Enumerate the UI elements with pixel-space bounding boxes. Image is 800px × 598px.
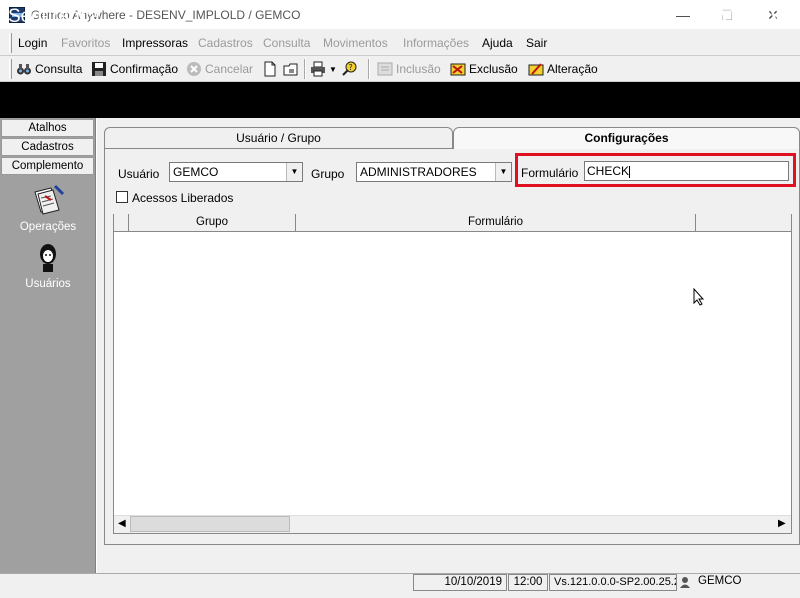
status-date: 10/10/2019 [413, 574, 507, 591]
formulario-label: Formulário [521, 166, 579, 180]
toolbar-grip [9, 59, 12, 79]
scroll-right-icon[interactable]: ▶ [778, 518, 786, 529]
status-version: Vs.121.0.0.0-SP2.00.25.2 [549, 574, 677, 591]
menu-login[interactable]: Login [18, 36, 47, 50]
access-grid[interactable] [113, 214, 792, 534]
menu-ajuda[interactable]: Ajuda [482, 36, 513, 50]
menu-bar [0, 30, 800, 56]
below-status-strip [0, 591, 800, 598]
chevron-down-icon: ▼ [329, 64, 337, 74]
inclusao-button[interactable]: Inclusão [377, 59, 441, 79]
svg-text:?: ? [349, 63, 353, 72]
usuario-select[interactable]: GEMCO ▼ [169, 162, 303, 182]
nav-atalhos[interactable]: Atalhos [1, 119, 94, 137]
formulario-input-value: CHECK [587, 164, 630, 178]
add-record-icon [377, 61, 393, 77]
user-status-icon [679, 576, 691, 591]
inclusao-label: Inclusão [396, 62, 441, 76]
menu-impressoras[interactable]: Impressoras [122, 36, 188, 50]
menu-movimentos[interactable]: Movimentos [323, 36, 388, 50]
toolbar-separator [368, 59, 370, 79]
chevron-down-icon[interactable]: ▼ [286, 163, 302, 181]
status-time: 12:00 [508, 574, 548, 591]
formulario-input[interactable]: CHECK [584, 161, 789, 181]
grid-header-extra [696, 214, 791, 232]
module-title: Segurança [8, 6, 100, 27]
alteracao-label: Alteração [547, 62, 598, 76]
scrollbar-thumb[interactable] [130, 516, 290, 532]
module-header [0, 82, 800, 118]
operacoes-icon[interactable] [31, 184, 65, 216]
help-button[interactable]: ? [341, 59, 357, 79]
minimize-button[interactable]: — [660, 4, 706, 26]
chevron-down-icon[interactable]: ▼ [495, 163, 511, 181]
binoculars-icon [16, 61, 32, 77]
totvs-logo-text: TOTVS [731, 7, 797, 28]
usuarios-label[interactable]: Usuários [0, 278, 96, 290]
confirmacao-button[interactable]: Confirmação [91, 59, 178, 79]
usuarios-icon[interactable] [31, 242, 65, 274]
save-icon [91, 61, 107, 77]
totvs-logo-icon [704, 7, 726, 29]
new-document-icon [262, 61, 278, 77]
menu-sair[interactable]: Sair [526, 36, 547, 50]
edit-record-icon [528, 61, 544, 77]
scroll-left-icon[interactable]: ◀ [118, 518, 126, 529]
grid-corner-header [114, 214, 129, 232]
operacoes-label[interactable]: Operações [0, 221, 96, 233]
menu-informacoes[interactable]: Informações [403, 36, 469, 50]
status-empty [0, 574, 412, 591]
menu-grip [9, 33, 12, 53]
consulta-button[interactable]: Consulta [16, 59, 82, 79]
mouse-cursor-icon [693, 287, 705, 309]
grupo-select[interactable]: ADMINISTRADORES ▼ [356, 162, 512, 182]
cancel-icon [186, 61, 202, 77]
open-folder-button[interactable] [283, 59, 299, 79]
grupo-select-value: ADMINISTRADORES [360, 165, 477, 179]
consulta-label: Consulta [35, 62, 83, 76]
tab-configuracoes[interactable]: Configurações [453, 127, 800, 149]
toolbar-separator [304, 59, 306, 79]
cancelar-label: Cancelar [205, 62, 254, 76]
acessos-liberados-label[interactable]: Acessos Liberados [132, 191, 233, 205]
grid-header-grupo[interactable]: Grupo [129, 214, 296, 232]
exclusao-button[interactable]: Exclusão [450, 59, 518, 79]
alteracao-button[interactable]: Alteração [528, 59, 598, 79]
nav-complemento[interactable]: Complemento [1, 157, 94, 175]
print-button[interactable]: ▼ [310, 59, 337, 79]
printer-icon [310, 61, 326, 77]
exclusao-label: Exclusão [469, 62, 518, 76]
text-caret [629, 165, 631, 178]
menu-cadastros[interactable]: Cadastros [198, 36, 253, 50]
menu-consulta[interactable]: Consulta [263, 36, 310, 50]
totvs-logo: TOTVS [704, 7, 797, 29]
delete-record-icon [450, 61, 466, 77]
tab-usuario-grupo[interactable]: Usuário / Grupo [104, 127, 453, 149]
nav-cadastros[interactable]: Cadastros [1, 138, 94, 156]
help-icon: ? [341, 61, 357, 77]
new-document-button[interactable] [262, 59, 278, 79]
acessos-liberados-checkbox[interactable] [116, 191, 128, 203]
grupo-label: Grupo [311, 167, 345, 181]
menu-favoritos[interactable]: Favoritos [61, 36, 110, 50]
usuario-label: Usuário [118, 167, 160, 181]
status-user: GEMCO [694, 574, 799, 591]
folder-icon [283, 61, 299, 77]
confirmacao-label: Confirmação [110, 62, 179, 76]
cancelar-button[interactable]: Cancelar [186, 59, 253, 79]
grid-header-formulario[interactable]: Formulário [296, 214, 696, 232]
usuario-select-value: GEMCO [173, 165, 219, 179]
